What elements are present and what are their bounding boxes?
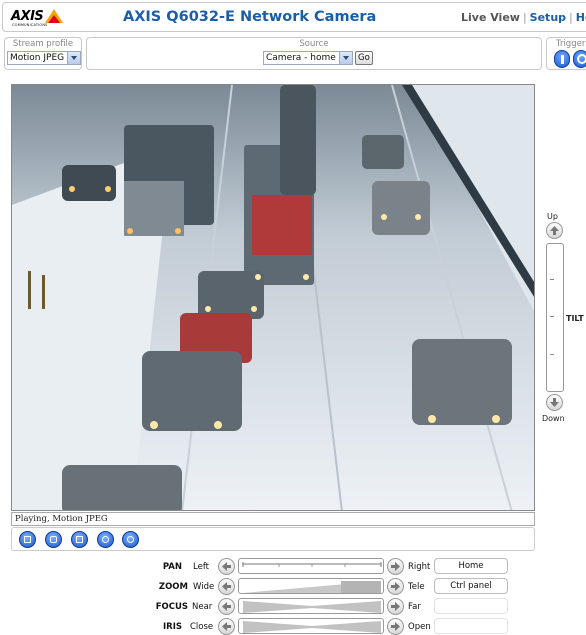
focus-slider[interactable] [238, 598, 384, 614]
page-title: AXIS Q6032-E Network Camera [123, 9, 377, 25]
snapshot-icon[interactable] [45, 531, 62, 548]
zoom-slider[interactable] [238, 578, 384, 594]
nav-separator: | [522, 11, 527, 24]
pan-left-label: Left [193, 562, 209, 572]
axis-logo[interactable]: AXIS COMMUNICATIONS [11, 9, 63, 29]
down-arrow-icon[interactable] [546, 394, 563, 411]
go-button[interactable]: Go [355, 51, 373, 65]
stop-icon[interactable] [19, 531, 36, 548]
ctrl-panel-button[interactable]: Ctrl panel [434, 578, 508, 594]
nav-setup[interactable]: Setup [530, 11, 566, 24]
source-label: Source [299, 39, 329, 49]
pan-slider[interactable] [238, 558, 384, 574]
stream-profile-label: Stream profile [12, 39, 74, 49]
action-toolbar [11, 527, 535, 551]
tilt-label: TILT [566, 314, 584, 323]
iris-slider[interactable] [238, 618, 384, 634]
pan-label: PAN [162, 562, 182, 572]
source-value: Camera - home [266, 53, 336, 63]
video-frame-image [12, 85, 534, 510]
record-icon[interactable] [122, 531, 139, 548]
tilt-slider[interactable] [546, 243, 564, 392]
tilt-down-label: Down [542, 414, 565, 423]
nav-separator: | [569, 11, 573, 24]
triggers-box: Triggers [546, 37, 586, 70]
triggers-label: Triggers [556, 39, 586, 49]
chevron-down-icon[interactable] [67, 52, 80, 64]
logo-text: AXIS [11, 9, 44, 24]
pan-right-label: Right [408, 562, 431, 572]
stream-profile-box: Stream profile Motion JPEG [4, 37, 82, 70]
stream-profile-select[interactable]: Motion JPEG [7, 51, 81, 65]
zoom-tele-label: Tele [408, 582, 425, 592]
focus-near-label: Near [192, 602, 213, 612]
ptz-crosshair-icon[interactable] [97, 531, 114, 548]
left-arrow-icon[interactable] [218, 598, 235, 615]
right-arrow-icon[interactable] [387, 618, 404, 635]
focus-label: FOCUS [155, 602, 188, 612]
focus-far-label: Far [408, 602, 421, 612]
zoom-wide-label: Wide [193, 582, 215, 592]
left-arrow-icon[interactable] [218, 578, 235, 595]
stream-profile-value: Motion JPEG [10, 53, 65, 63]
trigger-info-icon[interactable] [554, 50, 570, 68]
status-bar: Playing, Motion JPEG [11, 512, 535, 526]
zoom-label: ZOOM [158, 582, 188, 592]
left-arrow-icon[interactable] [218, 618, 235, 635]
top-nav: Live View|Setup|Help [461, 11, 586, 24]
view-full-screen-icon[interactable] [71, 531, 88, 548]
trigger-output-icon[interactable] [573, 50, 586, 68]
right-arrow-icon[interactable] [387, 598, 404, 615]
iris-open-label: Open [408, 622, 431, 632]
logo-triangle-inner [48, 15, 60, 23]
right-arrow-icon[interactable] [387, 578, 404, 595]
nav-live-view[interactable]: Live View [461, 11, 520, 24]
iris-close-label: Close [190, 622, 214, 632]
nav-help[interactable]: Help [576, 11, 586, 24]
chevron-down-icon[interactable] [339, 52, 352, 64]
tilt-up-label: Up [547, 212, 558, 221]
left-arrow-icon[interactable] [218, 558, 235, 575]
status-text: Playing, Motion JPEG [15, 514, 108, 524]
iris-label: IRIS [163, 622, 182, 632]
source-box: Source Camera - home Go [86, 37, 542, 70]
logo-subtext: COMMUNICATIONS [12, 23, 48, 27]
header-bar: AXIS COMMUNICATIONS AXIS Q6032-E Network… [2, 2, 586, 32]
home-button[interactable]: Home [434, 558, 508, 574]
empty-button-slot [434, 598, 508, 614]
source-select[interactable]: Camera - home [263, 51, 353, 65]
right-arrow-icon[interactable] [387, 558, 404, 575]
live-video-view[interactable] [11, 84, 535, 511]
up-arrow-icon[interactable] [546, 222, 563, 239]
empty-button-slot [434, 618, 508, 634]
